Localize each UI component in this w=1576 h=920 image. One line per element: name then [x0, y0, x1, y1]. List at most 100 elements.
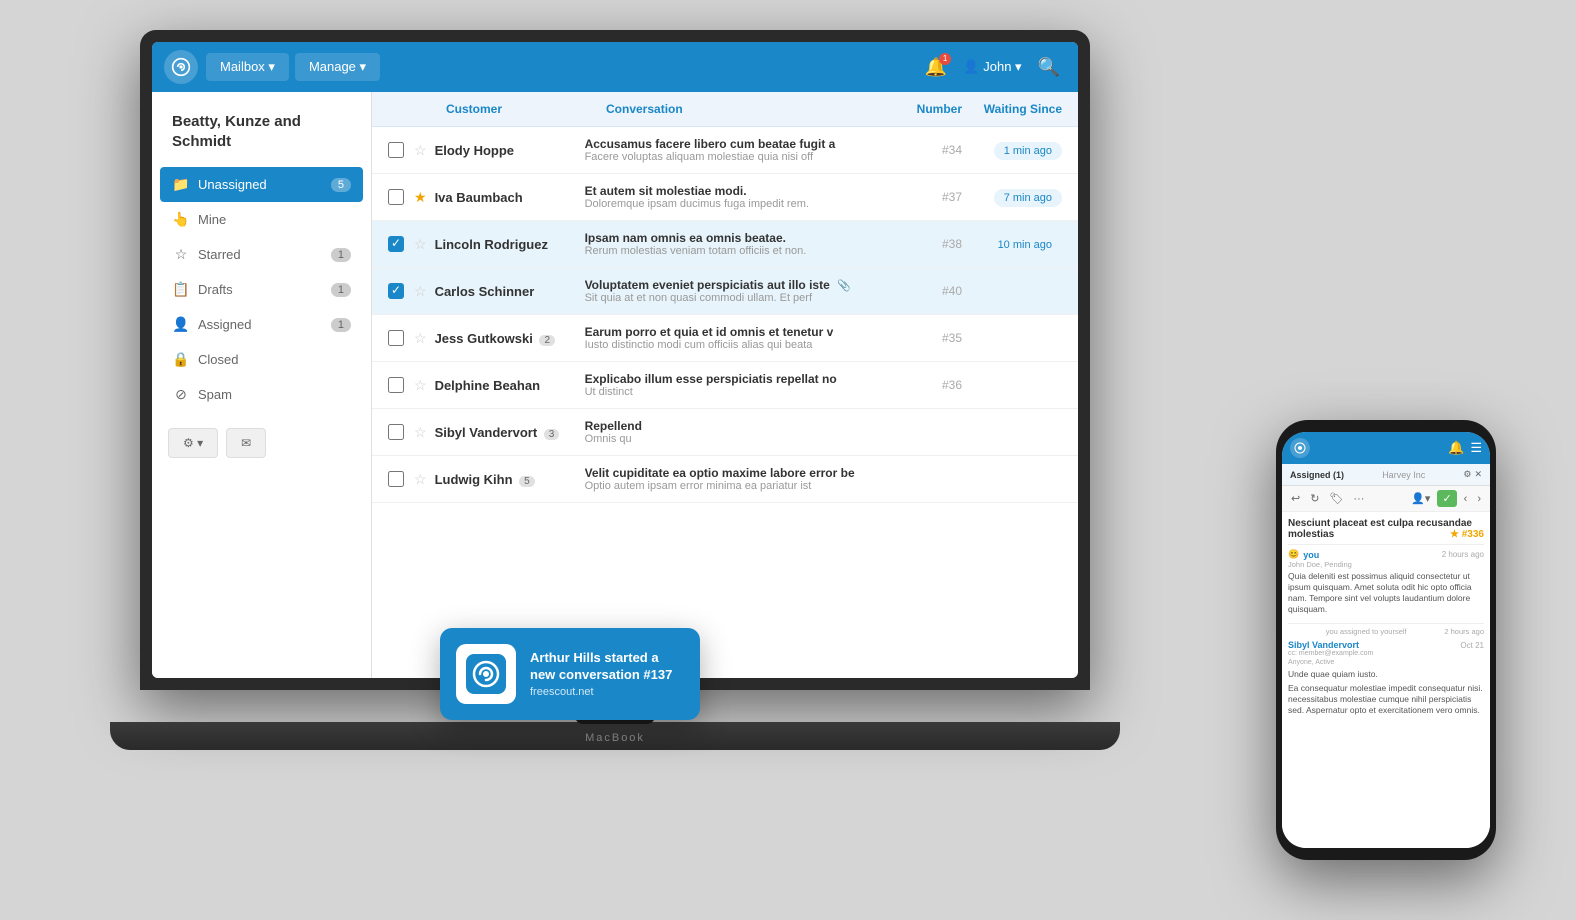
notification-popup: Arthur Hills started a new conversation …	[440, 628, 700, 720]
message-preview: Iusto distinctio modi cum officiis alias…	[585, 339, 902, 351]
table-row[interactable]: ☆ Ludwig Kihn 5 Velit cupiditate ea opti…	[372, 456, 1078, 503]
customer-name: Elody Hoppe	[435, 143, 585, 158]
assigned-badge: 1	[331, 318, 351, 332]
notification-title: Arthur Hills started a new conversation …	[530, 650, 684, 684]
settings-button[interactable]: ⚙ ▾	[168, 428, 218, 458]
row-checkbox[interactable]	[388, 142, 404, 158]
phone-assigned-label: Assigned (1)	[1290, 470, 1344, 480]
message-subject: Earum porro et quia et id omnis et tenet…	[585, 325, 902, 339]
conversation-number: #34	[902, 143, 962, 157]
table-row[interactable]: ☆ Carlos Schinner Voluptatem eveniet per…	[372, 268, 1078, 315]
star-icon[interactable]: ☆	[414, 236, 427, 253]
sidebar-item-starred[interactable]: ☆ Starred 1	[152, 237, 371, 272]
phone-tag-icon: 🏷	[1326, 490, 1346, 507]
header-number: Number	[892, 102, 962, 116]
row-checkbox[interactable]	[388, 424, 404, 440]
phone-resolve-button[interactable]: ✓	[1437, 490, 1456, 507]
app-logo	[164, 50, 198, 84]
star-icon[interactable]: ☆	[414, 330, 427, 347]
mailbox-menu-button[interactable]: Mailbox ▾	[206, 53, 289, 81]
message-subject: Repellend	[585, 419, 902, 433]
sidebar-item-mine[interactable]: 👆 Mine	[152, 202, 371, 237]
spam-icon: ⊘	[172, 386, 190, 403]
notification-app-icon	[456, 644, 516, 704]
notification-badge: 1	[939, 53, 951, 65]
phone-system-message: you assigned to yourself 2 hours ago	[1288, 623, 1484, 636]
message-preview: Facere voluptas aliquam molestiae quia n…	[585, 151, 902, 163]
laptop-outer: Mailbox ▾ Manage ▾ 🔔 1 👤 John ▾	[140, 30, 1090, 690]
phone-company: Harvey Inc	[1382, 470, 1425, 480]
table-row[interactable]: ☆ Delphine Beahan Explicabo illum esse p…	[372, 362, 1078, 409]
row-checkbox[interactable]	[388, 189, 404, 205]
star-icon[interactable]: ★	[414, 189, 427, 206]
table-row[interactable]: ☆ Sibyl Vandervort 3 Repellend Omnis qu	[372, 409, 1078, 456]
sidebar-bottom: ⚙ ▾ ✉	[152, 412, 371, 458]
conversation-list-header: Customer Conversation Number Waiting Sin…	[372, 92, 1078, 127]
compose-button[interactable]: ✉	[226, 428, 266, 458]
notification-bell-button[interactable]: 🔔 1	[919, 51, 953, 84]
phone-chat-sender: 😊 you 2 hours ago	[1288, 549, 1484, 560]
row-checkbox[interactable]	[388, 377, 404, 393]
table-row[interactable]: ☆ Jess Gutkowski 2 Earum porro et quia e…	[372, 315, 1078, 362]
star-icon[interactable]: ☆	[414, 283, 427, 300]
waiting-time: 1 min ago	[962, 141, 1062, 160]
phone-refresh-icon: ↻	[1307, 490, 1322, 507]
row-checkbox[interactable]	[388, 283, 404, 299]
search-button[interactable]: 🔍	[1032, 51, 1066, 84]
conversation-number: #38	[902, 237, 962, 251]
star-icon: ☆	[172, 246, 190, 263]
table-row[interactable]: ☆ Lincoln Rodriguez Ipsam nam omnis ea o…	[372, 221, 1078, 268]
sidebar-item-unassigned[interactable]: 📁 Unassigned 5	[160, 167, 363, 202]
row-checkbox[interactable]	[388, 330, 404, 346]
top-nav: Mailbox ▾ Manage ▾ 🔔 1 👤 John ▾	[152, 42, 1078, 92]
sidebar-item-closed[interactable]: 🔒 Closed	[152, 342, 371, 377]
scene: Mailbox ▾ Manage ▾ 🔔 1 👤 John ▾	[0, 0, 1576, 920]
manage-menu-button[interactable]: Manage ▾	[295, 53, 380, 81]
star-icon[interactable]: ☆	[414, 471, 427, 488]
sidebar-label-assigned: Assigned	[198, 317, 331, 332]
sidebar-item-assigned[interactable]: 👤 Assigned 1	[152, 307, 371, 342]
conversation-message: Repellend Omnis qu	[585, 419, 902, 445]
starred-badge: 1	[331, 248, 351, 262]
mine-icon: 👆	[172, 211, 190, 228]
message-subject: Explicabo illum esse perspiciatis repell…	[585, 372, 902, 386]
header-waiting-since: Waiting Since	[962, 102, 1062, 116]
sidebar-item-spam[interactable]: ⊘ Spam	[152, 377, 371, 412]
conversation-message: Accusamus facere libero cum beatae fugit…	[585, 137, 902, 163]
row-checkbox[interactable]	[388, 236, 404, 252]
sidebar: Beatty, Kunze and Schmidt 📁 Unassigned 5…	[152, 92, 372, 678]
phone-msg-title: Nesciunt placeat est culpa recusandae mo…	[1288, 518, 1472, 540]
conversation-message: Voluptatem eveniet perspiciatis aut illo…	[585, 278, 902, 304]
sidebar-item-drafts[interactable]: 📋 Drafts 1	[152, 272, 371, 307]
table-row[interactable]: ☆ Elody Hoppe Accusamus facere libero cu…	[372, 127, 1078, 174]
row-checkbox[interactable]	[388, 471, 404, 487]
phone-chat-time: 2 hours ago	[1442, 550, 1484, 559]
laptop-brand-label: MacBook	[585, 732, 645, 744]
header-customer: Customer	[446, 102, 606, 116]
main-content: Beatty, Kunze and Schmidt 📁 Unassigned 5…	[152, 92, 1078, 678]
user-menu-button[interactable]: 👤 John ▾	[953, 53, 1032, 81]
message-preview: Omnis qu	[585, 433, 902, 445]
table-row[interactable]: ★ Iva Baumbach Et autem sit molestiae mo…	[372, 174, 1078, 221]
star-icon[interactable]: ☆	[414, 424, 427, 441]
user-label: John ▾	[983, 59, 1021, 75]
phone-nav-next[interactable]: ›	[1474, 491, 1484, 507]
phone-sender2-sub: Anyone, Active	[1288, 659, 1484, 666]
star-icon[interactable]: ☆	[414, 142, 427, 159]
message-preview: Ut distinct	[585, 386, 902, 398]
message-preview: Rerum molestias veniam totam officiis et…	[585, 245, 902, 257]
notification-text: Arthur Hills started a new conversation …	[530, 650, 684, 699]
message-preview: Optio autem ipsam error minima ea pariat…	[585, 480, 902, 492]
unassigned-badge: 5	[331, 178, 351, 192]
app: Mailbox ▾ Manage ▾ 🔔 1 👤 John ▾	[152, 42, 1078, 678]
phone-chat-text2: Unde quae quiam iusto.	[1288, 669, 1484, 680]
phone-nav-prev[interactable]: ‹	[1461, 491, 1471, 507]
star-icon[interactable]: ☆	[414, 377, 427, 394]
phone-message-header: Nesciunt placeat est culpa recusandae mo…	[1288, 518, 1484, 545]
conversation-message: Velit cupiditate ea optio maxime labore …	[585, 466, 902, 492]
header-conversation: Conversation	[606, 102, 892, 116]
phone-action-icons: ⚙ ✕	[1463, 469, 1482, 480]
customer-name: Ludwig Kihn 5	[435, 472, 585, 487]
phone-device: 🔔 ☰ Assigned (1) Harvey Inc ⚙ ✕ ↩ ↻ 🏷 ··…	[1276, 420, 1496, 860]
phone-star-badge: ★ #336	[1450, 529, 1484, 540]
